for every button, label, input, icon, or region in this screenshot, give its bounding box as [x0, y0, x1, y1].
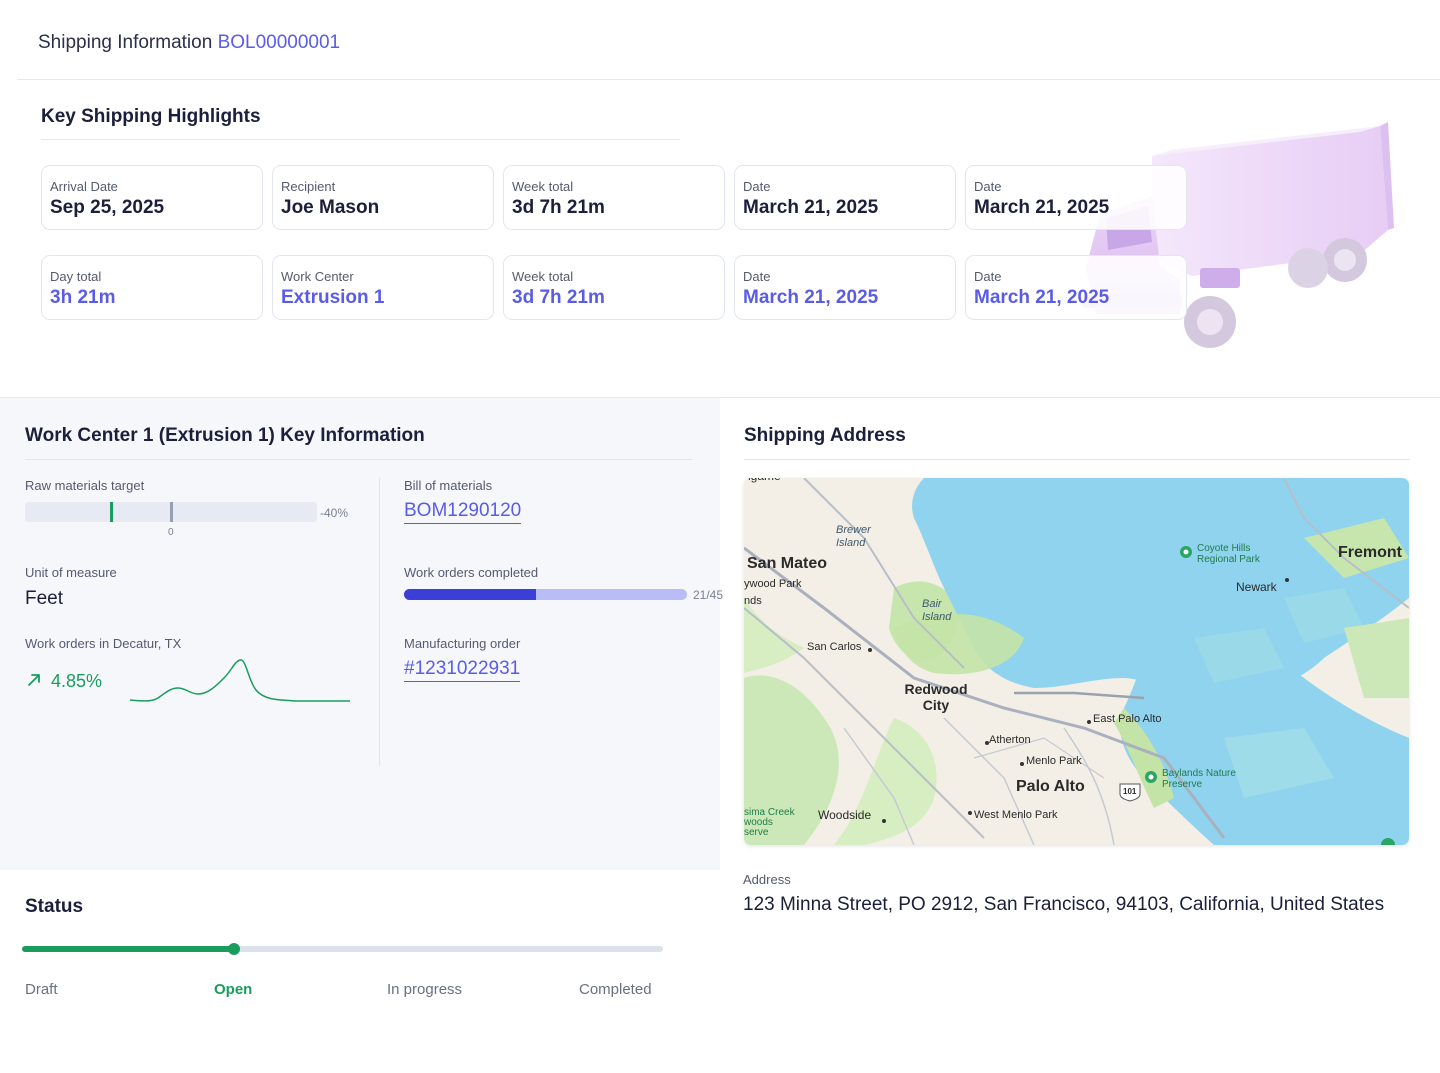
work-center-title: Work Center 1 (Extrusion 1) Key Informat… — [25, 425, 425, 446]
highlights-title: Key Shipping Highlights — [41, 106, 261, 127]
highlight-card-week-total: Week total 3d 7h 21m — [503, 255, 725, 320]
highlight-card-date: Date March 21, 2025 — [734, 255, 956, 320]
shipping-address-title: Shipping Address — [744, 425, 906, 446]
status-progress-knob — [228, 943, 240, 955]
card-label: Date — [743, 179, 771, 194]
card-label: Arrival Date — [50, 179, 118, 194]
shipping-map[interactable]: ngame San Mateo ywood Park nds Fremont B… — [744, 478, 1409, 845]
raw-materials-zero-marker — [170, 502, 173, 522]
map-label-edge-lands: nds — [744, 595, 762, 607]
highlight-card-date: Date March 21, 2025 — [965, 255, 1187, 320]
map-label-fremont: Fremont — [1338, 544, 1402, 561]
map-label-atherton: Atherton — [989, 734, 1031, 746]
trend-up-icon — [28, 674, 40, 686]
map-label-edge-top: ngame — [744, 478, 781, 483]
page-header: Shipping Information BOL00000001 — [0, 0, 1440, 80]
work-center-panel — [0, 398, 720, 870]
shipping-address-divider — [744, 459, 1410, 460]
card-value: Sep 25, 2025 — [50, 197, 165, 218]
card-label: Week total — [512, 269, 574, 284]
status-step-completed: Completed — [579, 981, 652, 998]
highlight-card-day-total: Day total 3h 21m — [41, 255, 263, 320]
highlight-card-arrival-date: Arrival Date Sep 25, 2025 — [41, 165, 263, 230]
highlight-card-date: Date March 21, 2025 — [734, 165, 956, 230]
map-label-edge-purisima: sima Creek woods serve — [744, 807, 795, 838]
map-label-redwood-city: Redwood City — [904, 681, 968, 713]
bill-of-materials-label: Bill of materials — [404, 478, 493, 493]
raw-materials-label: Raw materials target — [25, 478, 145, 493]
trend-value: 4.85% — [51, 671, 103, 691]
card-value: March 21, 2025 — [974, 197, 1110, 218]
address-label: Address — [743, 872, 791, 887]
map-label-woodside: Woodside — [818, 808, 872, 822]
header-divider — [17, 79, 1440, 80]
map-label-bair-island: Bair Island — [922, 598, 952, 623]
card-value: 3d 7h 21m — [512, 287, 605, 308]
page-title: Shipping Information BOL00000001 — [38, 32, 340, 54]
status-step-draft: Draft — [25, 981, 58, 998]
map-label-east-palo-alto: East Palo Alto — [1093, 713, 1162, 725]
map-highway-shield-label: 101 — [1123, 787, 1137, 796]
status-step-open: Open — [214, 981, 253, 998]
card-value: 3h 21m — [50, 287, 116, 308]
map-label-san-carlos: San Carlos — [807, 641, 862, 653]
map-label-menlo-park: Menlo Park — [1026, 755, 1082, 767]
map-label-edge-hayward-park: ywood Park — [744, 578, 802, 590]
card-label: Week total — [512, 179, 574, 194]
card-value: March 21, 2025 — [743, 197, 879, 218]
card-label: Work Center — [281, 269, 354, 284]
column-divider — [379, 478, 380, 766]
raw-materials-percent: -40% — [320, 506, 349, 520]
highlights-divider — [41, 139, 680, 140]
work-orders-completed-label: Work orders completed — [404, 565, 539, 580]
map-label-newark: Newark — [1236, 580, 1277, 594]
highlight-card-work-center[interactable]: Work Center Extrusion 1 — [272, 255, 494, 320]
map-label-west-menlo-park: West Menlo Park — [974, 809, 1058, 821]
manufacturing-order-link[interactable]: #1231022931 — [404, 658, 521, 682]
card-label: Date — [974, 269, 1002, 284]
map-label-baylands: Baylands Nature Preserve — [1162, 768, 1236, 790]
work-orders-sparkline — [129, 659, 350, 702]
highlight-card-date: Date March 21, 2025 — [965, 165, 1187, 230]
work-center-divider — [25, 459, 692, 460]
work-orders-progress-fill — [404, 589, 536, 600]
page-title-text: Shipping Information — [38, 32, 213, 53]
card-label: Day total — [50, 269, 102, 284]
unit-of-measure-label: Unit of measure — [25, 565, 117, 580]
map-label-palo-alto: Palo Alto — [1016, 778, 1085, 795]
manufacturing-order-label: Manufacturing order — [404, 636, 521, 651]
card-label: Recipient — [281, 179, 336, 194]
raw-materials-zero-label: 0 — [168, 527, 174, 538]
bol-number-link[interactable]: BOL00000001 — [218, 32, 341, 53]
status-title: Status — [25, 896, 84, 917]
status-progress-fill — [22, 946, 234, 952]
card-label: Date — [974, 179, 1002, 194]
work-orders-location-label: Work orders in Decatur, TX — [25, 636, 182, 651]
card-value: 3d 7h 21m — [512, 197, 605, 218]
card-value: March 21, 2025 — [974, 287, 1110, 308]
raw-materials-target-marker — [110, 502, 113, 522]
map-label-coyote-hills: Coyote Hills Regional Park — [1197, 543, 1260, 565]
highlight-card-week-total: Week total 3d 7h 21m — [503, 165, 725, 230]
status-step-in-progress: In progress — [387, 981, 463, 998]
card-value: Joe Mason — [281, 197, 380, 218]
card-value: March 21, 2025 — [743, 287, 879, 308]
map-label-brewer-island: Brewer Island — [836, 524, 871, 549]
card-value[interactable]: Extrusion 1 — [281, 287, 384, 309]
highlight-card-recipient: Recipient Joe Mason — [272, 165, 494, 230]
address-value: 123 Minna Street, PO 2912, San Francisco… — [743, 894, 1385, 915]
map-label-san-mateo: San Mateo — [747, 555, 828, 572]
work-orders-count: 21/45 — [693, 588, 724, 602]
card-label: Date — [743, 269, 771, 284]
unit-of-measure-value: Feet — [25, 588, 64, 609]
bill-of-materials-link[interactable]: BOM1290120 — [404, 500, 522, 524]
